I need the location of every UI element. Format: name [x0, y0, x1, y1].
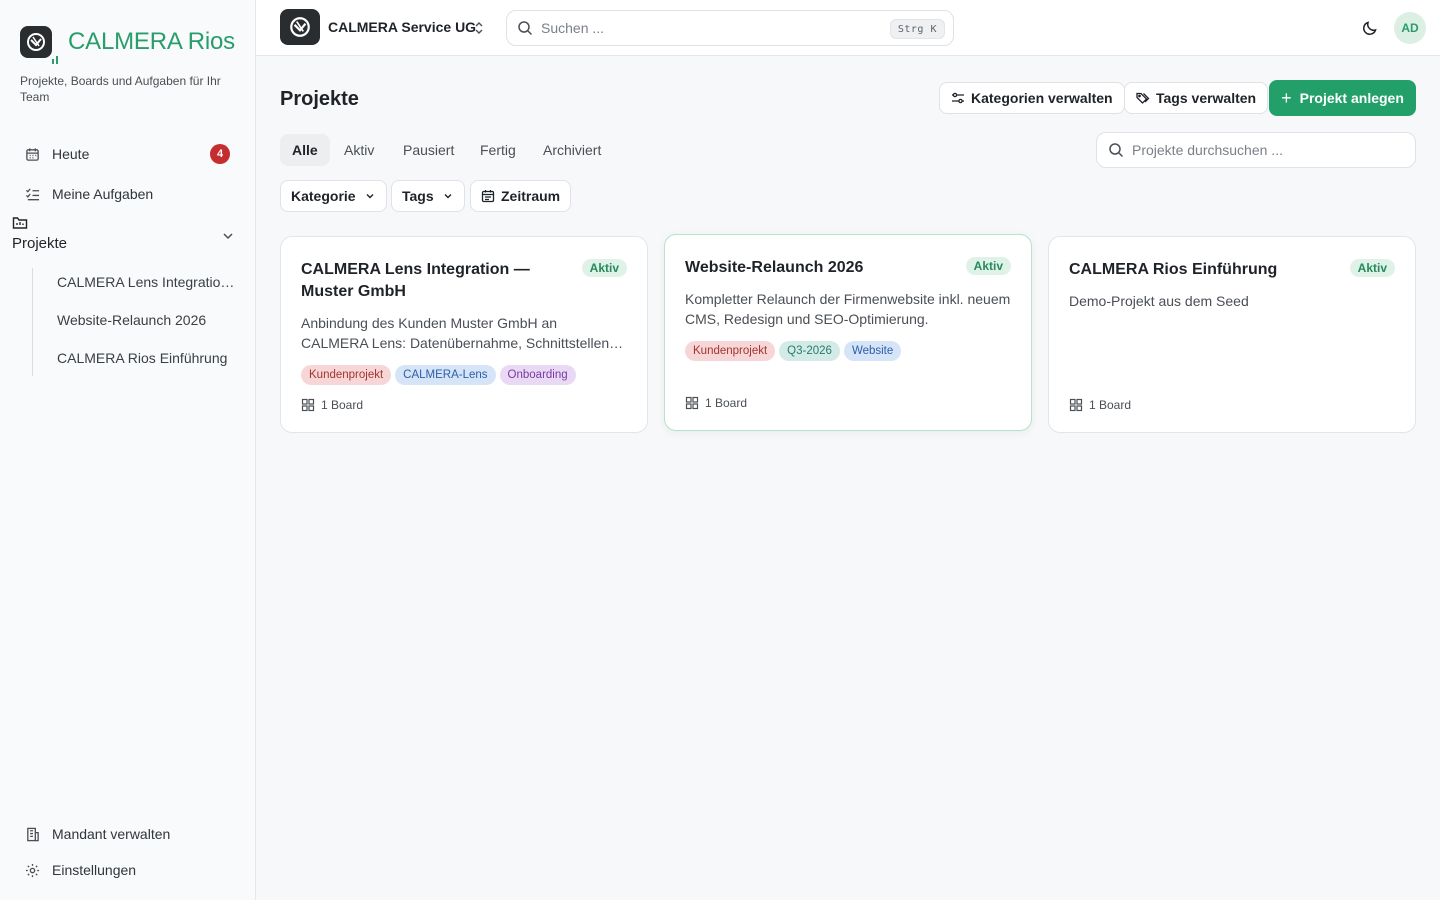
sliders-icon: [951, 91, 965, 105]
board-count-label: 1 Board: [705, 396, 748, 410]
manage-tags-button[interactable]: Tags verwalten: [1124, 82, 1269, 114]
button-label: Projekt anlegen: [1299, 90, 1404, 106]
tag[interactable]: Website: [843, 341, 902, 361]
project-title: CALMERA Lens Integration — Muster GmbH: [301, 261, 530, 300]
project-description: Demo-Projekt aus dem Seed: [1069, 293, 1249, 309]
tag[interactable]: Kundenprojekt: [685, 341, 776, 361]
board-count-label: 1 Board: [321, 398, 364, 412]
folder-icon: [12, 215, 28, 231]
filter-label: Tags: [402, 188, 434, 204]
sidebar-item-heute[interactable]: Heute 4: [12, 136, 244, 172]
count-badge: 4: [210, 144, 230, 164]
manage-categories-button[interactable]: Kategorien verwalten: [939, 82, 1125, 114]
sidebar-item-einstellungen[interactable]: Einstellungen: [12, 852, 244, 888]
sidebar-project-label: Website-Relaunch 2026: [57, 312, 207, 328]
search-input[interactable]: [541, 20, 881, 36]
tab-archiviert[interactable]: Archiviert: [531, 134, 613, 166]
chevron-down-icon: [364, 190, 376, 202]
project-title: CALMERA Rios Einführung: [1069, 261, 1278, 278]
search-icon: [517, 20, 533, 36]
divider: [32, 268, 33, 376]
sidebar-section-projekte[interactable]: Projekte: [12, 235, 67, 252]
tab-aktiv[interactable]: Aktiv: [332, 134, 386, 166]
tag-list: Kundenprojekt CALMERA-Lens Onboarding: [301, 365, 576, 385]
category-filter[interactable]: Kategorie: [280, 180, 387, 212]
topbar: CALMERA Service UG Strg K AD: [256, 0, 1440, 56]
sidebar-project-label: CALMERA Rios Einführung: [57, 350, 228, 366]
tab-fertig[interactable]: Fertig: [468, 134, 528, 166]
global-search[interactable]: Strg K: [506, 10, 954, 46]
status-badge: Aktiv: [581, 259, 627, 277]
project-search[interactable]: [1096, 132, 1416, 168]
tag-list: Kundenprojekt Q3-2026 Website: [685, 341, 902, 361]
board-count: 1 Board: [685, 396, 747, 410]
tenant-logo-icon[interactable]: [280, 9, 320, 45]
board-count-label: 1 Board: [1089, 398, 1132, 412]
sidebar-item-label: Einstellungen: [52, 862, 137, 878]
calendar-icon: [481, 189, 495, 203]
gear-icon: [24, 862, 40, 878]
tenant-switcher[interactable]: CALMERA Service UG: [328, 19, 476, 35]
chevron-down-icon[interactable]: [220, 228, 236, 244]
project-description: Kompletter Relaunch der Firmenwebsite in…: [685, 291, 1011, 327]
building-icon: [24, 826, 40, 842]
sidebar-project-item[interactable]: Website-Relaunch 2026: [45, 304, 240, 336]
project-card[interactable]: CALMERA Lens Integration — Muster GmbH A…: [280, 236, 648, 433]
page-title: Projekte: [280, 88, 359, 110]
sidebar-item-label: Mandant verwalten: [52, 826, 171, 842]
sidebar-item-label: Heute: [52, 146, 90, 162]
sidebar-project-item[interactable]: CALMERA Lens Integration — Muster GmbH: [45, 266, 240, 298]
create-project-button[interactable]: + Projekt anlegen: [1269, 80, 1416, 116]
button-label: Tags verwalten: [1156, 90, 1257, 106]
sidebar-project-label: CALMERA Lens Integration — Muster GmbH: [57, 274, 240, 290]
chevron-down-icon: [442, 190, 454, 202]
project-description: Anbindung des Kunden Muster GmbH an CALM…: [301, 315, 614, 351]
tags-icon: [1136, 91, 1150, 105]
project-card[interactable]: Website-Relaunch 2026 Aktiv Kompletter R…: [664, 234, 1032, 431]
filter-label: Zeitraum: [501, 188, 561, 204]
tag[interactable]: Q3-2026: [779, 341, 840, 361]
plus-icon: +: [1281, 88, 1292, 108]
calendar-icon: [24, 146, 40, 162]
brand-logo-icon: [20, 26, 58, 64]
tab-pausiert[interactable]: Pausiert: [391, 134, 466, 166]
chevron-up-down-icon[interactable]: [472, 20, 486, 36]
tab-alle[interactable]: Alle: [280, 134, 330, 166]
grid-icon: [685, 396, 699, 410]
moon-icon[interactable]: [1360, 18, 1380, 38]
grid-icon: [1069, 398, 1083, 412]
keyboard-shortcut: Strg K: [889, 19, 945, 39]
project-search-input[interactable]: [1132, 142, 1392, 158]
sidebar-project-item[interactable]: CALMERA Rios Einführung: [45, 342, 240, 374]
brand-subtitle: Projekte, Boards und Aufgaben für Ihr Te…: [20, 74, 221, 104]
period-filter[interactable]: Zeitraum: [470, 180, 572, 212]
status-badge: Aktiv: [965, 257, 1011, 275]
project-title: Website-Relaunch 2026: [685, 259, 864, 276]
brand-name: CALMERA Rios: [68, 28, 235, 55]
board-count: 1 Board: [1069, 398, 1131, 412]
board-count: 1 Board: [301, 398, 363, 412]
tags-filter[interactable]: Tags: [391, 180, 465, 212]
button-label: Kategorien verwalten: [971, 90, 1113, 106]
avatar[interactable]: AD: [1394, 12, 1426, 44]
status-badge: Aktiv: [1349, 259, 1395, 277]
tag[interactable]: CALMERA-Lens: [395, 365, 496, 385]
tag[interactable]: Kundenprojekt: [301, 365, 392, 385]
sidebar-item-label: Meine Aufgaben: [52, 186, 154, 202]
tag[interactable]: Onboarding: [499, 365, 576, 385]
search-icon: [1108, 142, 1124, 158]
sidebar-item-meine-aufgaben[interactable]: Meine Aufgaben: [12, 176, 244, 212]
task-list-icon: [24, 186, 40, 202]
grid-icon: [301, 398, 315, 412]
project-card[interactable]: CALMERA Rios Einführung Aktiv Demo-Proje…: [1048, 236, 1416, 433]
sidebar-item-mandant[interactable]: Mandant verwalten: [12, 816, 244, 852]
filter-label: Kategorie: [291, 188, 356, 204]
brand[interactable]: CALMERA Rios: [20, 26, 235, 64]
sidebar: CALMERA Rios Projekte, Boards und Aufgab…: [0, 0, 256, 900]
